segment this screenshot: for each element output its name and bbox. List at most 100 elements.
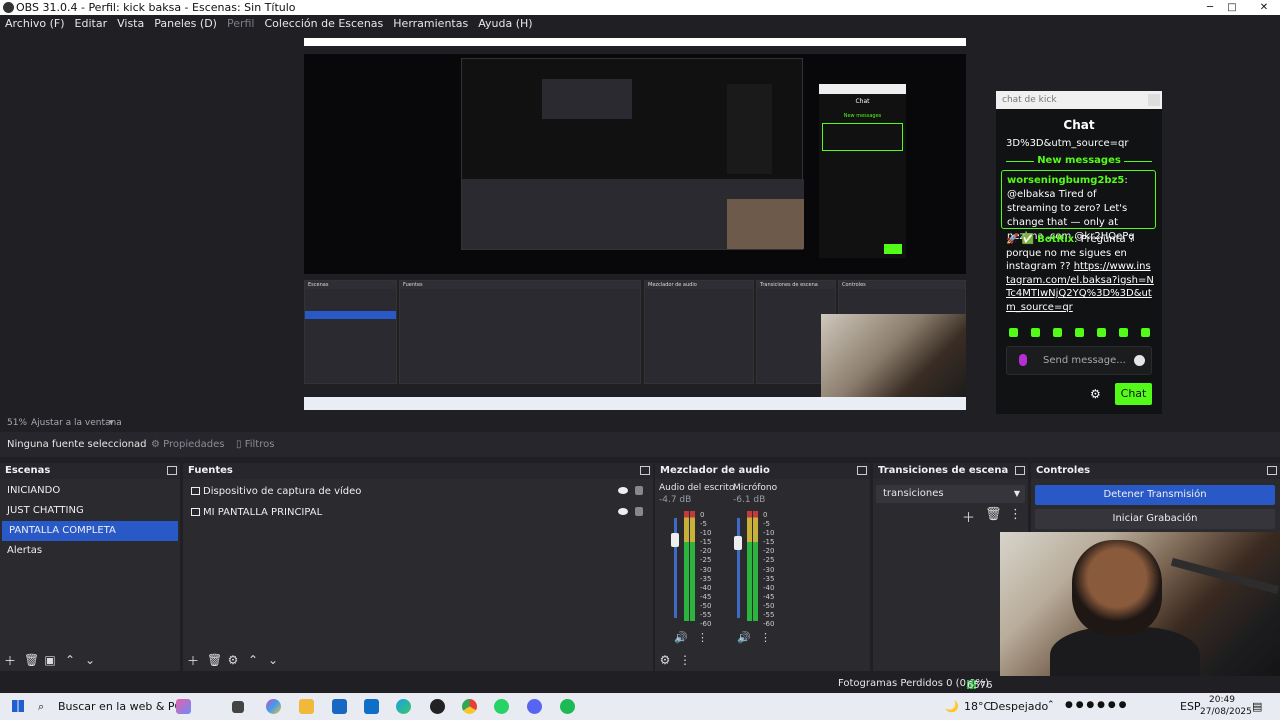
transition-menu-icon[interactable]: ⋮ (1009, 507, 1022, 522)
search-highlight-icon[interactable] (176, 699, 191, 714)
notifications-icon[interactable]: ▤ (1252, 700, 1262, 713)
taskbar-search[interactable]: Buscar en la web & PC (58, 700, 182, 713)
scene-filters-icon[interactable]: ▣ (44, 653, 56, 667)
weather-desc[interactable]: Despejado (990, 700, 1048, 713)
lock-icon[interactable] (635, 486, 643, 495)
dock-float-icon[interactable] (857, 466, 867, 475)
scene-item[interactable]: JUST CHATTING (0, 501, 180, 521)
add-source-icon[interactable]: ＋ (187, 652, 199, 669)
windows-start-icon[interactable] (12, 700, 24, 712)
store-icon[interactable] (332, 699, 347, 714)
move-down-icon[interactable]: ⌄ (84, 653, 96, 667)
file-explorer-icon[interactable] (299, 699, 314, 714)
advanced-audio-icon[interactable]: ⚙ (659, 653, 671, 667)
search-icon[interactable]: ⌕ (38, 700, 44, 714)
whatsapp-icon[interactable] (494, 699, 509, 714)
menu-archivo[interactable]: Archivo (F) (0, 17, 70, 30)
meter-tick-label: -30 (763, 565, 775, 574)
properties-button[interactable]: ⚙ Propiedades (151, 439, 224, 450)
chat-send-button[interactable]: Chat (1115, 383, 1152, 405)
remove-scene-icon[interactable]: 🗑 (24, 653, 39, 667)
emoji-icon[interactable] (1134, 355, 1145, 366)
chrome-icon[interactable] (462, 699, 477, 714)
lock-icon[interactable] (635, 507, 643, 516)
menu-editar[interactable]: Editar (70, 17, 113, 30)
mute-speaker-icon[interactable]: 🔊 (674, 631, 688, 644)
nested-taskbar (304, 397, 966, 410)
new-messages-divider[interactable]: New messages (996, 155, 1162, 166)
chat-username[interactable]: BotRix (1037, 234, 1074, 245)
volume-fader-handle[interactable] (671, 533, 679, 547)
spotify-icon[interactable] (560, 699, 575, 714)
volume-fader-handle[interactable] (734, 536, 742, 550)
chat-close-button[interactable] (1148, 94, 1160, 106)
menu-paneles[interactable]: Paneles (D) (149, 17, 222, 30)
remove-source-icon[interactable]: 🗑 (207, 653, 222, 667)
channel-menu-icon[interactable]: ⋮ (697, 631, 708, 644)
obs-taskbar-icon[interactable] (430, 699, 445, 714)
meter-scale: 0 -5 -10 -15 -20 -25 -30 -35 -40 -45 -50 -55 -60 (763, 511, 774, 629)
menu-coleccion-escenas[interactable]: Colección de Escenas (260, 17, 389, 30)
mute-speaker-icon[interactable]: 🔊 (737, 631, 751, 644)
edge-icon[interactable] (396, 699, 411, 714)
dock-float-icon[interactable] (167, 466, 177, 475)
scene-item[interactable]: Alertas (0, 541, 180, 561)
menu-vista[interactable]: Vista (112, 17, 149, 30)
scene-item[interactable]: INICIANDO (0, 481, 180, 501)
emote-icon[interactable] (1030, 328, 1040, 337)
emote-icon[interactable] (1096, 328, 1106, 337)
chat-message-input[interactable]: Send message... (1006, 346, 1152, 375)
mixer-toolbar: ⚙ ⋮ (655, 649, 870, 671)
audio-mixer-dock: Mezclador de audio Audio del escrito -4.… (655, 463, 870, 671)
emote-icon[interactable] (1118, 328, 1128, 337)
source-item[interactable]: Dispositivo de captura de vídeo (183, 481, 653, 502)
visibility-eye-icon[interactable] (618, 508, 628, 515)
tray-chevron-icon[interactable]: ⌃ (1047, 700, 1055, 710)
weather-temp[interactable]: 18°C (964, 700, 991, 713)
add-scene-icon[interactable]: ＋ (4, 652, 16, 669)
filters-button[interactable]: ▯ Filtros (236, 439, 274, 450)
discord-icon[interactable] (527, 699, 542, 714)
visibility-eye-icon[interactable] (618, 487, 628, 494)
close-button[interactable]: ✕ (1241, 0, 1280, 15)
move-up-icon[interactable]: ⌃ (247, 653, 259, 667)
chat-window-titlebar: chat de kick (996, 91, 1162, 109)
menu-ayuda[interactable]: Ayuda (H) (473, 17, 537, 30)
move-up-icon[interactable]: ⌃ (64, 653, 76, 667)
chat-username[interactable]: worseningbumg2bz5 (1007, 175, 1124, 186)
dock-float-icon[interactable] (1267, 466, 1277, 475)
clock[interactable]: 20:49 27/08/2025 (1200, 694, 1252, 718)
dock-float-icon[interactable] (640, 466, 650, 475)
menu-perfil[interactable]: Perfil (222, 17, 260, 30)
preview-canvas[interactable]: Chat New messages Escenas Fuentes Mezcla… (304, 38, 966, 410)
source-properties-icon[interactable]: ⚙ (227, 653, 239, 667)
tray-apps-icons[interactable]: ● ● ● ● ● ● (1065, 700, 1126, 710)
channel-menu-icon[interactable]: ⋮ (760, 631, 771, 644)
language-indicator[interactable]: ESP (1180, 700, 1201, 713)
emote-icon[interactable] (1008, 328, 1018, 337)
scene-item-selected[interactable]: PANTALLA COMPLETA (2, 521, 178, 541)
outlook-icon[interactable] (364, 699, 379, 714)
emote-icon[interactable] (1140, 328, 1150, 337)
emote-icon[interactable] (1074, 328, 1084, 337)
weather-icon[interactable]: 🌙 (945, 700, 959, 713)
start-recording-button[interactable]: Iniciar Grabación (1035, 509, 1275, 529)
meter-tick-label: -40 (763, 583, 775, 592)
dock-float-icon[interactable] (1015, 466, 1025, 475)
source-item[interactable]: MI PANTALLA PRINCIPAL (183, 502, 653, 523)
menu-herramientas[interactable]: Herramientas (388, 17, 473, 30)
move-down-icon[interactable]: ⌄ (267, 653, 279, 667)
remove-transition-icon[interactable]: 🗑 (985, 507, 1002, 522)
task-view-icon[interactable] (232, 701, 244, 713)
add-transition-icon[interactable]: ＋ (962, 507, 975, 526)
emote-icon[interactable] (1052, 328, 1062, 337)
transition-select[interactable]: transiciones ▼ (876, 485, 1025, 503)
mixer-menu-icon[interactable]: ⋮ (679, 653, 691, 667)
chat-settings-icon[interactable]: ⚙ (1090, 387, 1101, 401)
chevron-down-icon[interactable]: ▾ (109, 418, 114, 428)
copilot-icon[interactable] (266, 699, 281, 714)
microphone-icon[interactable] (1019, 354, 1027, 366)
kick-chat-window[interactable]: chat de kick Chat 3D%3D&utm_source=qr Ne… (996, 91, 1162, 414)
stop-streaming-button[interactable]: Detener Transmisión (1035, 485, 1275, 505)
volume-fader-track[interactable] (737, 518, 740, 618)
